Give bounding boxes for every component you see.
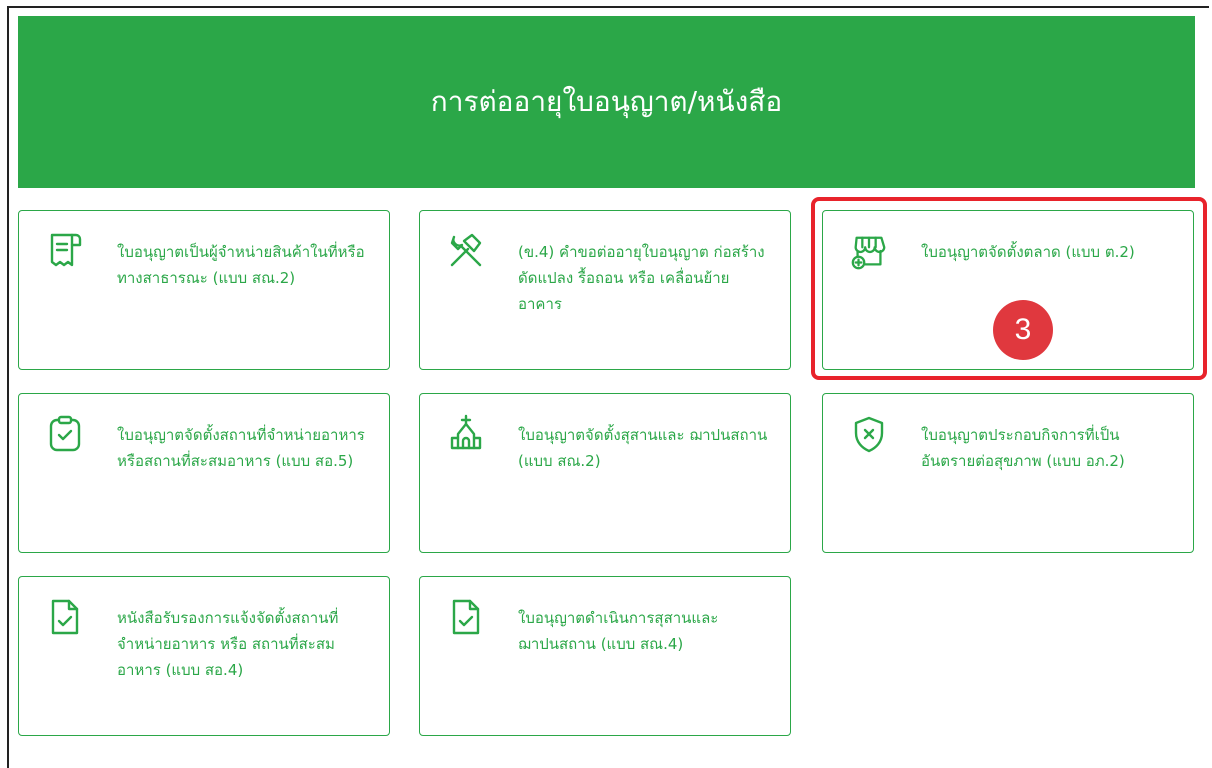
file-check-icon	[446, 597, 486, 637]
clipboard-check-icon	[45, 414, 85, 454]
card-label: ใบอนุญาตดำเนินการสุสานและ ฌาปนสถาน (แบบ …	[518, 609, 719, 653]
page-banner: การต่ออายุใบอนุญาต/หนังสือ	[18, 16, 1195, 188]
file-check-icon	[45, 597, 85, 637]
tools-icon	[446, 231, 486, 271]
card-label: ใบอนุญาตประกอบกิจการที่เป็นอันตรายต่อสุข…	[921, 426, 1125, 470]
card-label: (ข.4) คำขอต่ออายุใบอนุญาต ก่อสร้าง ดัดแป…	[518, 243, 765, 313]
card-label: ใบอนุญาตจัดตั้งสถานที่จำหน่ายอาหาร หรือส…	[117, 426, 365, 470]
card-label: ใบอนุญาตจัดตั้งสุสานและ ฌาปนสถาน (แบบ สณ…	[518, 426, 768, 470]
card-health-hazard-business-license[interactable]: ใบอนุญาตประกอบกิจการที่เป็นอันตรายต่อสุข…	[822, 393, 1194, 553]
card-street-vendor-license[interactable]: ใบอนุญาตเป็นผู้จำหน่ายสินค้าในที่หรือทาง…	[18, 210, 390, 370]
card-food-notification-certificate[interactable]: หนังสือรับรองการแจ้งจัดตั้งสถานที่จำหน่า…	[18, 576, 390, 736]
card-cemetery-operation-license[interactable]: ใบอนุญาตดำเนินการสุสานและ ฌาปนสถาน (แบบ …	[419, 576, 791, 736]
receipt-icon	[45, 231, 85, 271]
shield-x-icon	[849, 414, 889, 454]
card-label: ใบอนุญาตเป็นผู้จำหน่ายสินค้าในที่หรือทาง…	[117, 243, 365, 287]
church-icon	[446, 414, 486, 454]
card-food-establishment-license[interactable]: ใบอนุญาตจัดตั้งสถานที่จำหน่ายอาหาร หรือส…	[18, 393, 390, 553]
page-title: การต่ออายุใบอนุญาต/หนังสือ	[430, 85, 783, 118]
step-number-badge: 3	[993, 300, 1053, 360]
card-cemetery-establishment-license[interactable]: ใบอนุญาตจัดตั้งสุสานและ ฌาปนสถาน (แบบ สณ…	[419, 393, 791, 553]
card-building-permit-renewal[interactable]: (ข.4) คำขอต่ออายุใบอนุญาต ก่อสร้าง ดัดแป…	[419, 210, 791, 370]
card-label: หนังสือรับรองการแจ้งจัดตั้งสถานที่จำหน่า…	[117, 609, 339, 679]
